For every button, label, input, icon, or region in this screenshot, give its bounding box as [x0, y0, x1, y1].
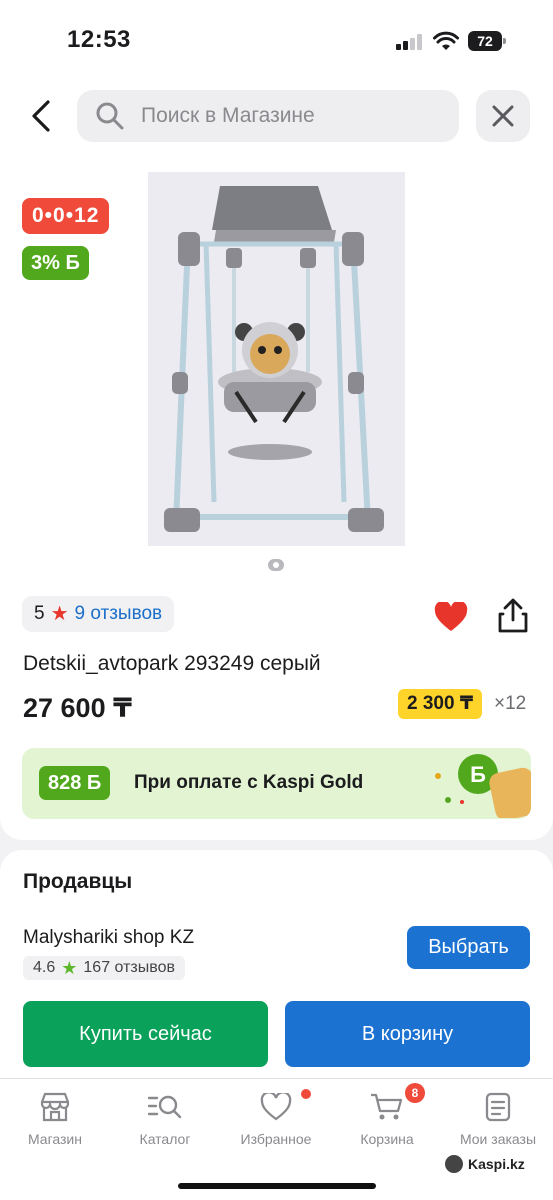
seller-name[interactable]: Malyshariki shop KZ [23, 927, 194, 949]
wifi-icon [433, 31, 459, 50]
battery-icon: 72 [468, 31, 506, 51]
close-icon [492, 105, 514, 127]
close-button[interactable] [476, 90, 530, 142]
home-indicator [178, 1183, 376, 1189]
bonus-badge: 3% Б [22, 246, 89, 280]
cart-icon [371, 1093, 403, 1120]
signal-icon [396, 34, 424, 50]
favorites-notification-dot [301, 1089, 311, 1099]
product-card: 0•0•12 3% Б 5 ★ 9 отзывов Detskii_avtopa… [0, 158, 553, 840]
top-bar: Поиск в Магазине [0, 80, 553, 158]
timer-badge: 0•0•12 [22, 198, 110, 234]
kaspi-gold-text: При оплате с Kaspi Gold [134, 772, 364, 793]
watermark-text: Kaspi.kz [468, 1156, 525, 1172]
tab-cart[interactable]: 8 Корзина [332, 1083, 442, 1147]
svg-text:Б: Б [470, 762, 486, 787]
reviews-link[interactable]: 9 отзывов [75, 596, 163, 632]
buy-now-button[interactable]: Купить сейчас [23, 1001, 268, 1067]
favorite-heart-icon[interactable] [434, 602, 468, 632]
product-title: Detskii_avtopark 293249 серый [23, 652, 321, 675]
sellers-heading: Продавцы [23, 870, 133, 893]
seller-rating-value: 4.6 [33, 959, 56, 976]
bottom-tab-bar: Магазин Каталог Избранное 8 Корзина Мои … [0, 1078, 553, 1200]
tab-orders[interactable]: Мои заказы [443, 1089, 553, 1147]
product-price: 27 600 ₸ [23, 693, 132, 723]
search-icon [96, 102, 124, 130]
catalog-icon [147, 1095, 182, 1119]
shop-icon [40, 1092, 70, 1122]
product-image[interactable] [148, 172, 405, 546]
search-input[interactable]: Поиск в Магазине [77, 90, 459, 142]
baby-swing-illustration [148, 172, 405, 546]
tab-label: Избранное [240, 1131, 312, 1147]
cart-count-badge: 8 [405, 1083, 425, 1103]
rating-value: 5 [34, 603, 45, 624]
tab-label: Мои заказы [459, 1131, 537, 1147]
seller-reviews: 167 отзывов [83, 959, 175, 976]
share-icon[interactable] [497, 598, 529, 634]
star-icon: ★ [61, 958, 78, 978]
tab-label: Каталог [139, 1131, 191, 1147]
carousel-indicator [268, 559, 284, 571]
status-bar: 12:53 72 [0, 0, 553, 80]
status-time: 12:53 [67, 26, 131, 53]
tab-label: Корзина [360, 1131, 414, 1147]
add-to-cart-button[interactable]: В корзину [285, 1001, 530, 1067]
kaspi-watermark: Kaspi.kz [445, 1155, 525, 1173]
kaspi-gold-banner[interactable]: 828 Б При оплате с Kaspi Gold Б [22, 748, 531, 819]
kaspi-gold-bonus: 828 Б [39, 766, 111, 800]
search-placeholder: Поиск в Магазине [141, 104, 315, 127]
heart-icon [260, 1093, 292, 1121]
rating-summary[interactable]: 5 ★ 9 отзывов [22, 596, 175, 632]
installment-badge: 2 300 ₸ [398, 689, 483, 719]
kaspi-logo-icon [445, 1155, 463, 1173]
tab-label: Магазин [27, 1131, 82, 1147]
seller-rating[interactable]: 4.6 ★ 167 отзывов [23, 956, 185, 980]
tab-catalog[interactable]: Каталог [110, 1089, 220, 1147]
tab-shop[interactable]: Магазин [0, 1089, 110, 1147]
star-icon: ★ [50, 603, 69, 625]
installment-months: ×12 [494, 693, 527, 714]
tab-favorites[interactable]: Избранное [221, 1089, 331, 1147]
bonus-coins-icon: Б [435, 754, 531, 818]
choose-seller-button[interactable]: Выбрать [407, 926, 530, 969]
orders-icon [485, 1092, 511, 1122]
back-button[interactable] [26, 96, 56, 136]
